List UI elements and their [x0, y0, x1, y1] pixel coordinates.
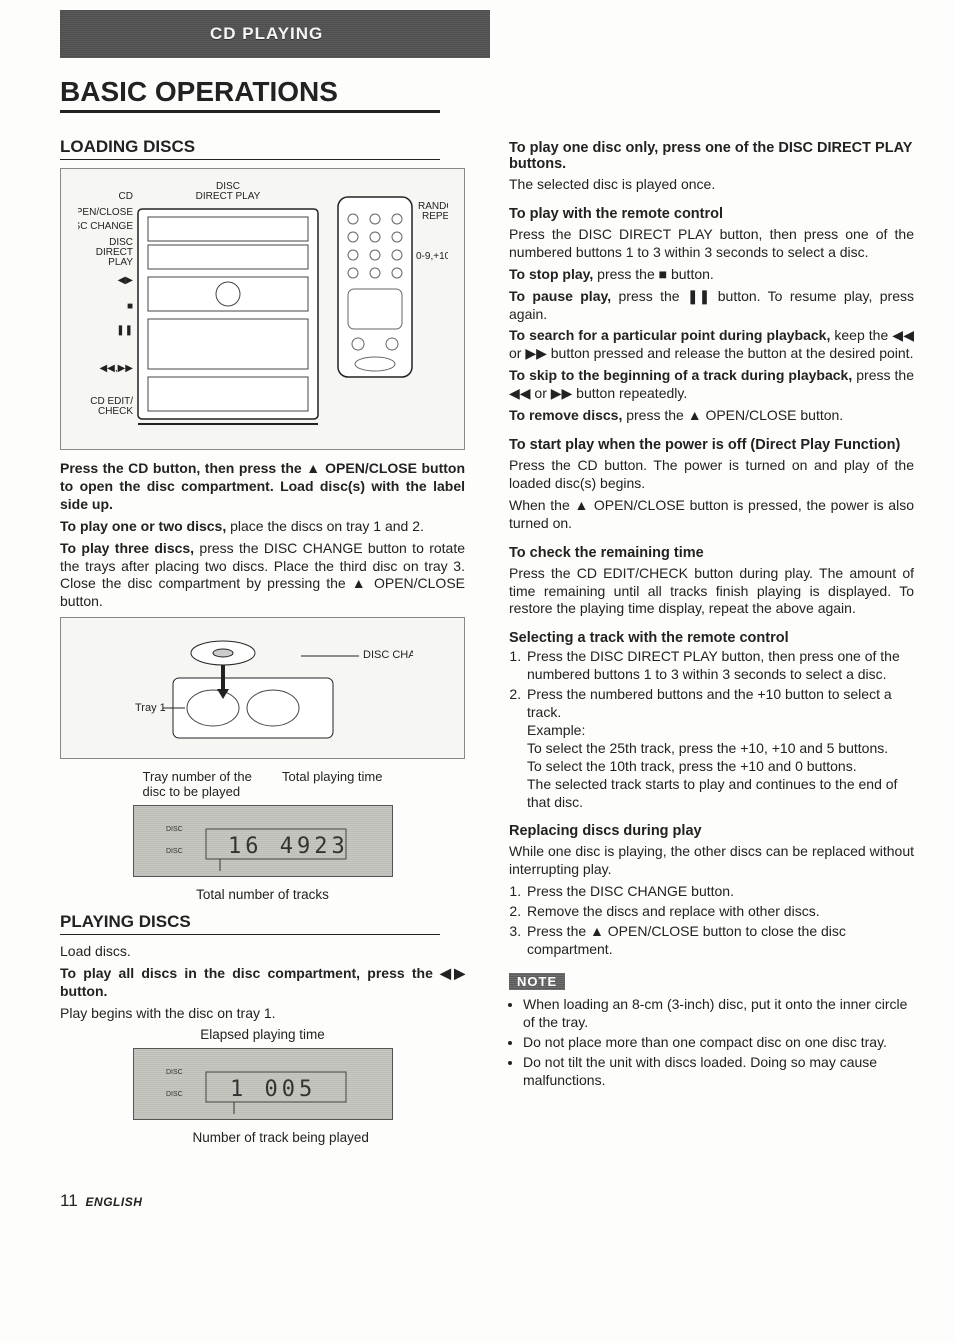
- section-tab: CD PLAYING: [60, 10, 490, 58]
- rstep-1: Press the DISC CHANGE button.: [525, 883, 914, 901]
- lcd-display-1: DISC DISC 16 4923: [133, 805, 393, 877]
- note-1: When loading an 8-cm (3-inch) disc, put …: [523, 996, 914, 1032]
- svg-text:Tray 1: Tray 1: [135, 702, 166, 714]
- h-select-track: Selecting a track with the remote contro…: [509, 630, 914, 646]
- rstep-3: Press the ▲ OPEN/CLOSE button to close t…: [525, 923, 914, 959]
- play-all: To play all discs in the disc compartmen…: [60, 965, 465, 1001]
- lcd-top-captions: Tray number of the disc to be played Tot…: [143, 769, 383, 799]
- note-list: When loading an 8-cm (3-inch) disc, put …: [509, 996, 914, 1090]
- note-2: Do not place more than one compact disc …: [523, 1034, 914, 1052]
- replacing-steps: Press the DISC CHANGE button. Remove the…: [509, 883, 914, 959]
- load-discs: Load discs.: [60, 943, 465, 961]
- stereo-remote-diagram: DISC DIRECT PLAY CD RANDOM/ REPEAT ▲ OPE…: [60, 168, 465, 450]
- page-footer: 11 ENGLISH: [60, 1191, 914, 1211]
- svg-text:▲ OPEN/CLOSE: ▲ OPEN/CLOSE: [78, 207, 133, 218]
- svg-text:DISC: DISC: [166, 1069, 183, 1076]
- p-pause: To pause play, press the ❚❚ button. To r…: [509, 288, 914, 324]
- num-track-caption: Number of track being played: [133, 1130, 393, 1145]
- title-rule: [60, 110, 440, 113]
- rstep-2: Remove the discs and replace with other …: [525, 903, 914, 921]
- select-track-steps: Press the DISC DIRECT PLAY button, then …: [509, 648, 914, 811]
- play-all-body: Play begins with the disc on tray 1.: [60, 1005, 465, 1023]
- svg-text:16 4923: 16 4923: [228, 834, 349, 859]
- lcd-bottom-caption: Total number of tracks: [133, 887, 393, 902]
- svg-text:REPEAT: REPEAT: [422, 211, 448, 222]
- svg-text:DISC CHANGE: DISC CHANGE: [78, 221, 133, 232]
- play-three: To play three discs, press the DISC CHAN…: [60, 540, 465, 612]
- h-remote: To play with the remote control: [509, 206, 914, 222]
- step-1: Press the DISC DIRECT PLAY button, then …: [525, 648, 914, 684]
- svg-text:CD: CD: [118, 191, 132, 202]
- p-direct-b: When the ▲ OPEN/CLOSE button is pressed,…: [509, 497, 914, 533]
- svg-text:DISC: DISC: [166, 848, 183, 855]
- section-tab-label: CD PLAYING: [210, 24, 323, 44]
- p-remaining: Press the CD EDIT/CHECK button during pl…: [509, 565, 914, 619]
- section-loading-discs: LOADING DISCS: [60, 137, 465, 157]
- page-language: ENGLISH: [86, 1195, 143, 1209]
- elapsed-caption: Elapsed playing time: [133, 1027, 393, 1042]
- intro-paragraph: Press the CD button, then press the ▲ OP…: [60, 460, 465, 514]
- p-stop: To stop play, press the ■ button.: [509, 266, 914, 284]
- note-3: Do not tilt the unit with discs loaded. …: [523, 1054, 914, 1090]
- h-direct-play: To start play when the power is off (Dir…: [509, 437, 914, 453]
- svg-text:■: ■: [126, 301, 132, 312]
- page-title: BASIC OPERATIONS: [60, 76, 465, 108]
- h-remaining: To check the remaining time: [509, 545, 914, 561]
- svg-text:DIRECT PLAY: DIRECT PLAY: [195, 191, 260, 202]
- svg-text:◀◀,▶▶: ◀◀,▶▶: [99, 363, 133, 374]
- svg-text:DISC CHANGE: DISC CHANGE: [363, 649, 413, 661]
- section-rule-2: [60, 934, 440, 935]
- h-one-disc: To play one disc only, press one of the …: [509, 140, 914, 172]
- p-skip: To skip to the beginning of a track duri…: [509, 367, 914, 403]
- svg-text:◀▶: ◀▶: [117, 275, 133, 286]
- p-one-disc: The selected disc is played once.: [509, 176, 914, 194]
- svg-text:CHECK: CHECK: [97, 406, 132, 417]
- svg-text:DISC: DISC: [166, 1091, 183, 1098]
- page-number: 11: [60, 1191, 78, 1210]
- svg-text:❚❚: ❚❚: [116, 325, 133, 336]
- h-replacing: Replacing discs during play: [509, 823, 914, 839]
- lcd-display-2: DISC DISC 1 005: [133, 1048, 393, 1120]
- p-search: To search for a particular point during …: [509, 327, 914, 363]
- left-column: BASIC OPERATIONS LOADING DISCS: [60, 70, 465, 1151]
- right-column: To play one disc only, press one of the …: [509, 70, 914, 1151]
- svg-text:1 005: 1 005: [230, 1077, 316, 1102]
- svg-text:DISC: DISC: [166, 826, 183, 833]
- step-2: Press the numbered buttons and the +10 b…: [525, 686, 914, 811]
- p-direct-a: Press the CD button. The power is turned…: [509, 457, 914, 493]
- disc-tray-diagram: DISC CHANGE Tray 1: [60, 617, 465, 759]
- section-rule: [60, 159, 440, 160]
- p-remove: To remove discs, press the ▲ OPEN/CLOSE …: [509, 407, 914, 425]
- note-tag: NOTE: [509, 973, 565, 990]
- p-replacing: While one disc is playing, the other dis…: [509, 843, 914, 879]
- section-playing-discs: PLAYING DISCS: [60, 912, 465, 932]
- p-remote: Press the DISC DIRECT PLAY button, then …: [509, 226, 914, 262]
- play-one-two: To play one or two discs, place the disc…: [60, 518, 465, 536]
- svg-text:0-9,+10: 0-9,+10: [416, 251, 448, 262]
- svg-text:PLAY: PLAY: [108, 257, 133, 268]
